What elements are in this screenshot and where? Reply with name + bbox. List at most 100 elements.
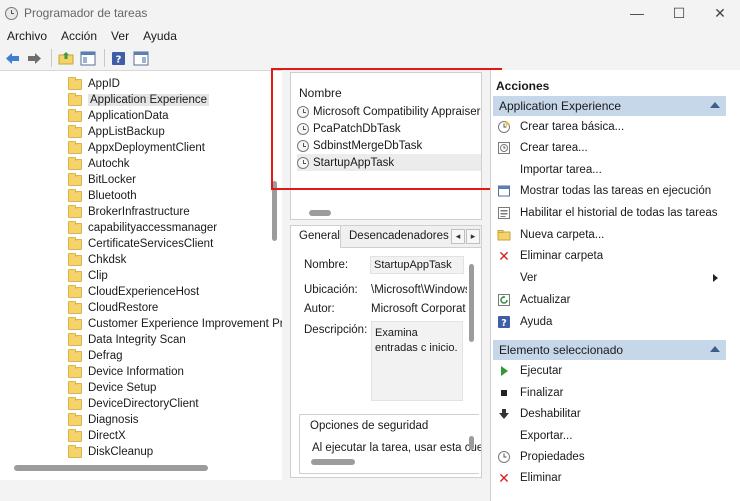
minimize-button[interactable]: — <box>617 0 657 26</box>
forward-arrow-icon[interactable] <box>25 49 44 68</box>
tab-general[interactable]: General <box>291 226 341 248</box>
back-arrow-icon[interactable] <box>3 49 22 68</box>
action-view[interactable]: Ver <box>497 269 537 287</box>
enable-history-icon <box>497 206 511 220</box>
action-create-basic-task[interactable]: Crear tarea básica... <box>497 118 624 136</box>
tree-item[interactable]: Autochk <box>68 156 130 172</box>
tree-item[interactable]: DirectX <box>68 428 126 444</box>
submenu-arrow-icon[interactable] <box>713 274 718 282</box>
maximize-button[interactable]: ☐ <box>659 0 699 26</box>
name-field[interactable]: StartupAppTask <box>370 256 464 274</box>
toolbar-separator <box>51 49 52 67</box>
task-row-selected[interactable]: StartupAppTask <box>297 154 481 171</box>
tree-item[interactable]: Customer Experience Improvement Pro <box>68 316 282 332</box>
task-list-horizontal-scrollbar[interactable] <box>309 210 331 216</box>
tab-scroll-left-icon[interactable]: ◂ <box>451 229 465 244</box>
help-icon[interactable]: ? <box>109 49 128 68</box>
folder-icon <box>68 204 82 218</box>
tree-item[interactable]: Bluetooth <box>68 188 137 204</box>
menu-ver[interactable]: Ver <box>104 29 136 43</box>
security-options-group: Opciones de seguridad Al ejecutar la tar… <box>299 414 481 474</box>
action-help[interactable]: ? Ayuda <box>497 313 552 331</box>
column-header-name[interactable]: Nombre <box>299 86 342 100</box>
action-show-running-tasks[interactable]: Mostrar todas las tareas en ejecución <box>497 182 711 200</box>
action-import-task[interactable]: Importar tarea... <box>497 161 602 179</box>
tree-item[interactable]: DiskCleanup <box>68 444 153 460</box>
title-bar: Programador de tareas — ☐ ✕ <box>0 0 740 26</box>
tree-item[interactable]: DeviceDirectoryClient <box>68 396 199 412</box>
close-button[interactable]: ✕ <box>700 0 740 26</box>
scheduled-task-icon <box>297 156 309 169</box>
collapse-caret-icon[interactable] <box>710 102 720 108</box>
tree-item[interactable]: CloudExperienceHost <box>68 284 199 300</box>
tree-item[interactable]: Diagnosis <box>68 412 139 428</box>
tree-vertical-scrollbar[interactable] <box>272 181 277 241</box>
tree-item[interactable]: ApplicationData <box>68 108 169 124</box>
tree-item[interactable]: Device Setup <box>68 380 156 396</box>
show-hide-console-tree-icon[interactable] <box>78 49 97 68</box>
tree-item[interactable]: Defrag <box>68 348 123 364</box>
actions-title: Acciones <box>496 79 550 93</box>
folder-icon <box>68 236 82 250</box>
action-enable-history[interactable]: Habilitar el historial de todas las tare… <box>497 204 718 222</box>
details-lower-scrollbar[interactable] <box>469 436 474 450</box>
tree-item[interactable]: BitLocker <box>68 172 136 188</box>
tree-item[interactable]: Data Integrity Scan <box>68 332 186 348</box>
location-label: Ubicación: <box>304 284 358 296</box>
folder-icon <box>68 108 82 122</box>
tree-item[interactable]: AppID <box>68 76 120 92</box>
action-refresh[interactable]: Actualizar <box>497 291 571 309</box>
action-delete-folder[interactable]: ✕ Eliminar carpeta <box>497 247 603 265</box>
tab-triggers[interactable]: Desencadenadores <box>349 230 449 242</box>
show-running-tasks-icon <box>497 184 511 198</box>
folder-icon <box>68 284 82 298</box>
show-hide-action-pane-icon[interactable] <box>131 49 150 68</box>
tree-item[interactable]: Chkdsk <box>68 252 126 268</box>
folder-icon <box>68 124 82 138</box>
new-folder-icon <box>497 228 511 242</box>
tree-item-selected[interactable]: Application Experience <box>68 92 209 108</box>
help-icon: ? <box>497 315 511 329</box>
svg-text:?: ? <box>501 318 507 329</box>
action-new-folder[interactable]: Nueva carpeta... <box>497 226 604 244</box>
action-disable[interactable]: Deshabilitar <box>497 405 581 423</box>
collapse-caret-icon[interactable] <box>710 346 720 352</box>
task-row[interactable]: SdbinstMergeDbTask <box>297 137 481 154</box>
folder-icon <box>68 396 82 410</box>
folder-icon <box>68 188 82 202</box>
task-scheduler-app-icon <box>5 6 18 20</box>
folder-icon <box>68 252 82 266</box>
menu-archivo[interactable]: Archivo <box>0 29 54 43</box>
section-header-selected-label: Elemento seleccionado <box>499 343 624 357</box>
name-label: Nombre: <box>304 259 349 271</box>
action-run[interactable]: Ejecutar <box>497 362 562 380</box>
tree-item[interactable]: Clip <box>68 268 108 284</box>
tree-item[interactable]: capabilityaccessmanager <box>68 220 217 236</box>
description-field[interactable]: Examina entradas c inicio. <box>371 321 463 401</box>
action-end[interactable]: Finalizar <box>497 384 563 402</box>
tree-item[interactable]: AppListBackup <box>68 124 165 140</box>
tree-item[interactable]: Device Information <box>68 364 184 380</box>
tree-item[interactable]: CertificateServicesClient <box>68 236 213 252</box>
action-create-task[interactable]: Crear tarea... <box>497 139 588 157</box>
details-horizontal-scrollbar[interactable] <box>311 459 355 465</box>
tree-item[interactable]: AppxDeploymentClient <box>68 140 205 156</box>
up-folder-icon[interactable] <box>56 49 75 68</box>
tree-item[interactable]: BrokerInfrastructure <box>68 204 190 220</box>
task-row[interactable]: Microsoft Compatibility Appraiser <box>297 103 481 120</box>
action-export[interactable]: Exportar... <box>497 427 572 445</box>
action-delete[interactable]: ✕ Eliminar <box>497 469 561 487</box>
action-properties[interactable]: Propiedades <box>497 448 585 466</box>
folder-tree-panel: AppID Application Experience Application… <box>0 70 282 480</box>
folder-icon <box>68 428 82 442</box>
task-row[interactable]: PcaPatchDbTask <box>297 120 481 137</box>
section-header-folder[interactable]: Application Experience <box>493 96 726 116</box>
tab-scroll-right-icon[interactable]: ▸ <box>466 229 480 244</box>
folder-icon <box>68 172 82 186</box>
tree-item[interactable]: CloudRestore <box>68 300 158 316</box>
details-vertical-scrollbar[interactable] <box>469 264 474 342</box>
tree-horizontal-scrollbar[interactable] <box>14 465 208 471</box>
section-header-selected-item[interactable]: Elemento seleccionado <box>493 340 726 360</box>
menu-accion[interactable]: Acción <box>54 29 104 43</box>
menu-ayuda[interactable]: Ayuda <box>136 29 184 43</box>
